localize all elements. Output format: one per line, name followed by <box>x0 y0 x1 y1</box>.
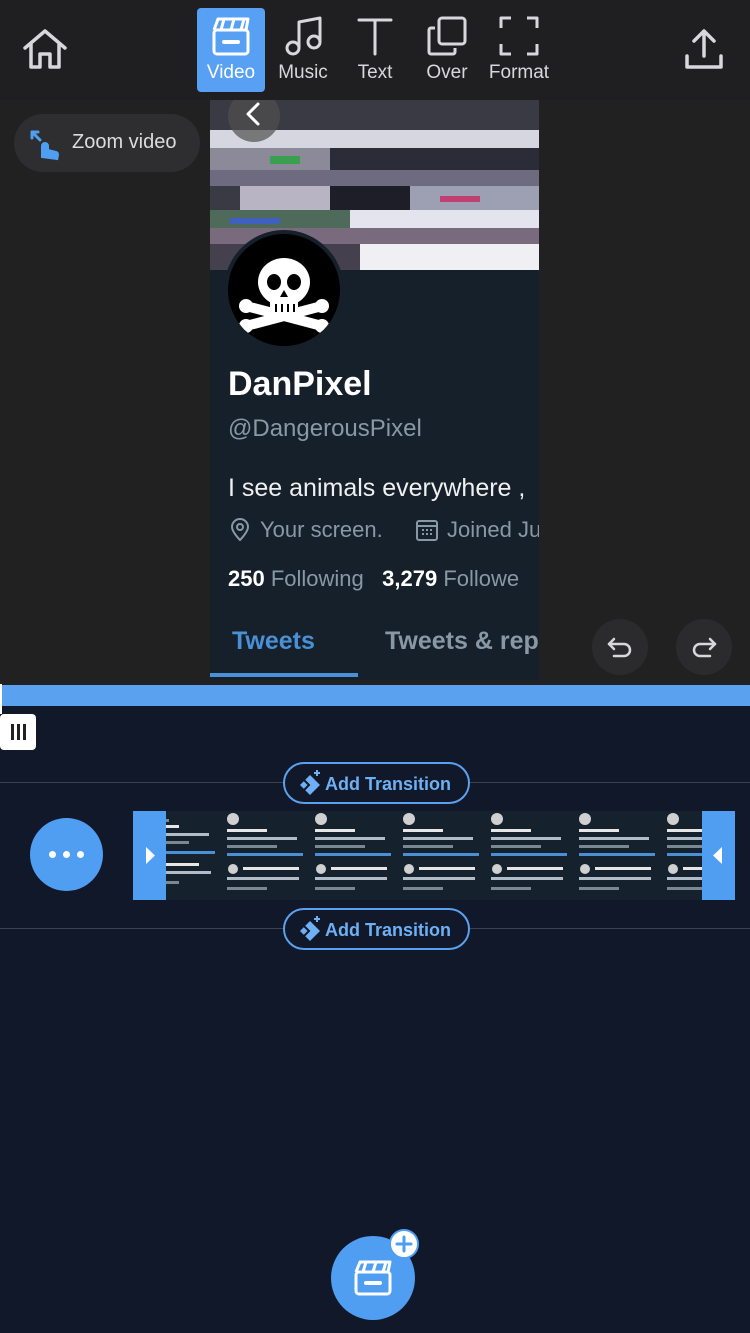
caret-right-icon <box>146 847 155 864</box>
text-icon <box>357 18 393 56</box>
video-clip-strip[interactable] <box>133 811 735 900</box>
tab-format[interactable]: Format <box>485 8 553 92</box>
share-button[interactable] <box>680 26 728 74</box>
zoom-video-button[interactable]: Zoom video <box>14 114 200 172</box>
playhead-grip-handle[interactable] <box>0 714 36 750</box>
profile-location: Your screen. <box>228 517 383 543</box>
plus-badge[interactable] <box>389 1229 419 1259</box>
clip-thumbnail <box>309 811 397 900</box>
pinch-zoom-icon <box>30 130 59 161</box>
tab-video-label: Video <box>206 62 256 83</box>
top-toolbar: Video Music Text Over Format <box>0 0 750 100</box>
avatar <box>224 230 344 350</box>
following-label: Following <box>270 566 364 591</box>
profile-handle: @DangerousPixel <box>228 415 422 442</box>
zoom-video-label: Zoom video <box>72 131 177 153</box>
tab-music-label: Music <box>278 62 328 83</box>
profile-stats: 250 Following 3,279 Followe <box>228 566 519 592</box>
tab-video[interactable]: Video <box>197 8 265 92</box>
transition-diamond-icon <box>300 770 320 795</box>
chevron-left-icon <box>246 102 260 126</box>
clip-trim-handle-right[interactable] <box>702 811 735 900</box>
playhead[interactable] <box>0 684 2 714</box>
clip-thumbnail <box>397 811 485 900</box>
add-transition-label-top: Add Transition <box>325 774 451 794</box>
plus-icon <box>395 1235 413 1253</box>
clip-thumbnail <box>221 811 309 900</box>
clapperboard-icon <box>212 17 250 56</box>
more-options-button[interactable] <box>30 818 103 891</box>
followers-count: 3,279 <box>382 566 438 591</box>
format-frame-icon <box>499 16 539 56</box>
home-icon <box>23 29 67 69</box>
clip-thumbnail <box>573 811 661 900</box>
clip-trim-handle-left[interactable] <box>133 811 166 900</box>
add-transition-button-bottom[interactable]: Add Transition <box>283 908 470 950</box>
add-transition-label-bottom: Add Transition <box>325 920 451 940</box>
back-button <box>228 100 280 142</box>
overlay-icon <box>427 16 467 56</box>
profile-tab-tweets: Tweets <box>232 627 315 655</box>
home-button[interactable] <box>20 26 70 72</box>
calendar-icon <box>416 520 438 541</box>
location-pin-icon <box>230 518 250 542</box>
followers-label: Followe <box>443 566 520 591</box>
share-upload-icon <box>685 29 723 69</box>
undo-button[interactable] <box>592 619 648 675</box>
tab-format-label: Format <box>488 62 550 83</box>
redo-button[interactable] <box>676 619 732 675</box>
clip-thumbnail <box>485 811 573 900</box>
music-note-icon <box>285 16 322 56</box>
tab-text-label: Text <box>357 62 393 83</box>
following-count: 250 <box>228 566 265 591</box>
profile-location-text: Your screen. <box>260 517 383 542</box>
profile-name: DanPixel <box>228 365 372 403</box>
tab-music[interactable]: Music <box>269 8 337 92</box>
undo-icon <box>607 637 632 658</box>
caret-left-icon <box>713 847 722 864</box>
video-preview-area[interactable]: Zoom video DanPixel @DangerousPixel I se… <box>0 100 750 685</box>
profile-tab-replies: Tweets & rep <box>385 627 539 655</box>
redo-icon <box>692 637 717 658</box>
transition-diamond-icon <box>300 916 320 941</box>
profile-tab-indicator <box>210 673 358 677</box>
tab-overlay[interactable]: Over <box>413 8 481 92</box>
profile-bio: I see animals everywhere , <box>228 474 526 502</box>
tab-text[interactable]: Text <box>341 8 409 92</box>
profile-joined: Joined Ju <box>415 517 539 543</box>
tab-overlay-label: Over <box>426 62 468 83</box>
timeline-progress-bar[interactable] <box>0 685 750 706</box>
profile-joined-text: Joined Ju <box>447 517 539 542</box>
add-transition-button-top[interactable]: Add Transition <box>283 762 470 804</box>
skull-crossbones-icon <box>239 258 329 333</box>
video-frame: DanPixel @DangerousPixel I see animals e… <box>210 100 539 680</box>
